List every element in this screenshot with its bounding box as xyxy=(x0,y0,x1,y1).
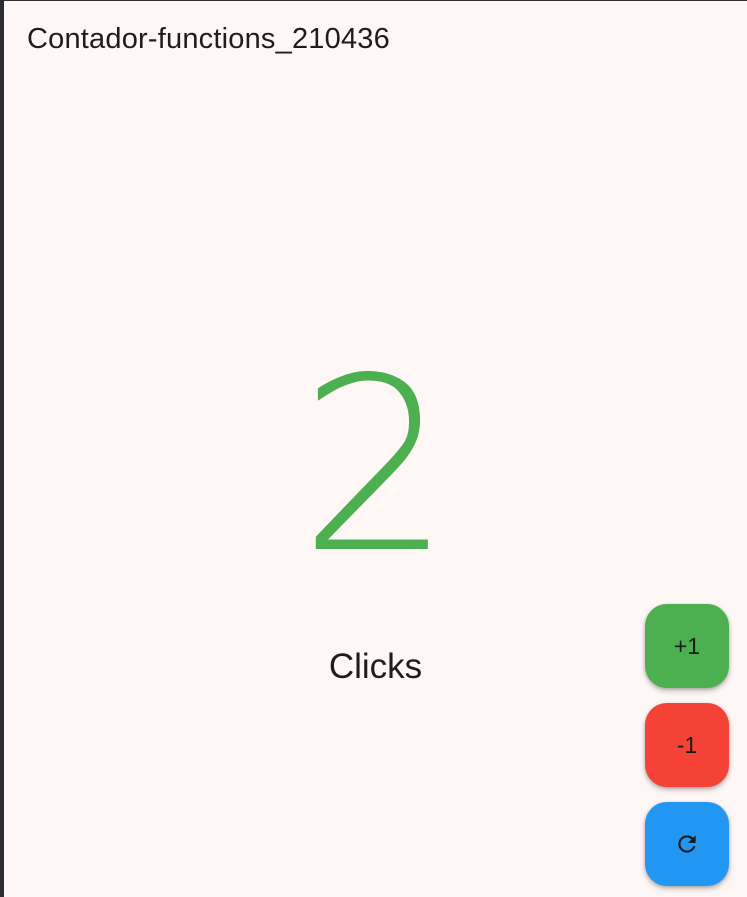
app-window: Contador-functions_210436 2 Clicks +1 -1 xyxy=(4,1,747,897)
increment-button[interactable]: +1 xyxy=(645,604,729,688)
increment-label: +1 xyxy=(673,632,701,659)
decrement-label: -1 xyxy=(676,731,698,758)
app-title: Contador-functions_210436 xyxy=(27,23,390,55)
refresh-icon xyxy=(674,831,700,857)
reset-button[interactable] xyxy=(645,802,729,886)
counter-value: 2 xyxy=(299,326,452,606)
decrement-button[interactable]: -1 xyxy=(645,703,729,787)
counter-label: Clicks xyxy=(328,647,423,686)
